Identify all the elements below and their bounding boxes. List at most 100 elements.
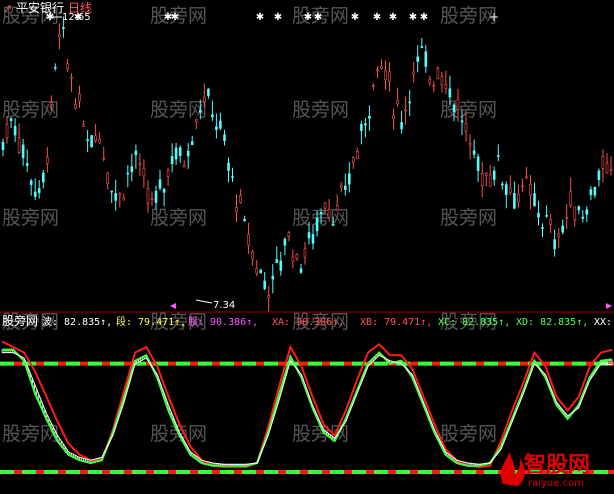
- signal-marker: ✱: [256, 12, 264, 23]
- candle-body: [126, 172, 130, 175]
- candle-body: [255, 267, 258, 274]
- watermark-text: 股旁网: [292, 207, 349, 229]
- candle-body: [408, 101, 412, 104]
- candle-body: [605, 162, 609, 174]
- candle-body: [504, 184, 508, 195]
- candle-body: [380, 65, 383, 69]
- candle-body: [488, 174, 492, 187]
- candle-body: [319, 212, 323, 215]
- candle-body: [182, 164, 186, 168]
- candle-body: [134, 150, 138, 156]
- candle-body: [86, 139, 89, 141]
- candle-body: [138, 162, 142, 165]
- logo-url: raiyue.com: [528, 478, 584, 489]
- candle-body: [529, 184, 532, 196]
- candle-body: [601, 156, 605, 169]
- candle-body: [295, 254, 299, 260]
- candle-body: [279, 260, 283, 271]
- candle-body: [174, 147, 178, 160]
- candle-body: [343, 185, 347, 190]
- candle-body: [327, 209, 331, 218]
- candle-body: [53, 66, 57, 69]
- candle-body: [9, 118, 13, 121]
- signal-marker: +: [489, 10, 499, 24]
- candle-body: [508, 187, 512, 193]
- candle-body: [513, 193, 516, 209]
- candle-body: [464, 123, 468, 132]
- candle-body: [335, 205, 339, 211]
- candle-body: [496, 155, 500, 157]
- candle-body: [553, 239, 556, 250]
- candle-body: [130, 166, 134, 173]
- candle-body: [573, 206, 577, 221]
- candle-body: [287, 232, 291, 237]
- candle-body: [420, 46, 424, 48]
- candle-body: [565, 217, 569, 219]
- candle-body: [521, 185, 524, 188]
- indicator-value: XB: 79.471↑,: [360, 317, 432, 328]
- candle-body: [440, 76, 444, 86]
- logo-name: 智股网: [524, 452, 590, 478]
- candle-body: [331, 224, 335, 226]
- candle-body: [299, 268, 303, 273]
- candlestick: [90, 135, 93, 148]
- candle-body: [150, 198, 154, 200]
- signal-marker: ✱: [304, 12, 312, 23]
- candle-body: [186, 150, 190, 157]
- candle-body: [231, 176, 234, 178]
- candle-body: [355, 151, 359, 159]
- candle-body: [303, 248, 307, 258]
- candle-body: [315, 217, 319, 232]
- candle-body: [106, 172, 109, 184]
- candle-body: [545, 215, 548, 217]
- candle-body: [162, 188, 166, 193]
- watermark-text: 股旁网: [150, 99, 207, 121]
- watermark-text: 股旁网: [440, 423, 497, 445]
- chart-background: [0, 0, 614, 490]
- candle-body: [448, 88, 452, 98]
- candle-body: [480, 173, 484, 186]
- signal-marker: ✱: [373, 12, 381, 23]
- candle-body: [178, 147, 182, 157]
- candle-body: [412, 71, 416, 75]
- signal-marker: ✱: [389, 12, 397, 23]
- candle-body: [154, 190, 158, 203]
- high-price-label: 12.65: [62, 12, 91, 23]
- signal-marker: ✱: [420, 12, 428, 23]
- candle-body: [468, 143, 472, 146]
- candle-body: [323, 202, 327, 209]
- candle-body: [291, 256, 295, 262]
- candle-body: [424, 51, 428, 67]
- candle-body: [110, 190, 113, 193]
- candle-body: [593, 186, 597, 196]
- candle-body: [400, 122, 403, 130]
- candle-body: [170, 156, 174, 164]
- candle-body: [267, 295, 271, 298]
- candle-body: [199, 109, 202, 113]
- candle-body: [118, 193, 122, 196]
- candle-body: [444, 84, 448, 89]
- candle-body: [368, 116, 371, 119]
- candle-body: [142, 168, 146, 177]
- candle-body: [122, 197, 126, 201]
- candle-body: [74, 104, 77, 109]
- candle-body: [428, 79, 432, 84]
- signal-marker: ✱: [274, 12, 282, 23]
- candle-body: [243, 219, 246, 222]
- watermark-text: 股旁网: [292, 99, 349, 121]
- indicator-value: XD: 82.835↑,: [516, 317, 588, 328]
- chart-root: 股旁网 股旁网 股旁网 股旁网 股旁网 股旁网 股旁网 股旁网 股旁网 股旁网 股旁网 股旁网 股旁网股…: [0, 0, 614, 490]
- indicator-value: 段: 79.471↑,: [116, 315, 186, 328]
- candle-body: [384, 70, 387, 80]
- candle-body: [609, 169, 613, 171]
- signal-marker: ✱: [314, 12, 322, 23]
- candle-body: [533, 193, 536, 207]
- candle-body: [577, 206, 581, 211]
- watermark-text: 股旁网: [150, 207, 207, 229]
- candle-body: [17, 137, 21, 153]
- indicator-value: XC: 82.835↑,: [438, 317, 510, 328]
- candle-body: [492, 170, 496, 180]
- candle-body: [247, 234, 250, 246]
- candle-body: [78, 93, 81, 102]
- watermark-text: 股旁网: [440, 99, 497, 121]
